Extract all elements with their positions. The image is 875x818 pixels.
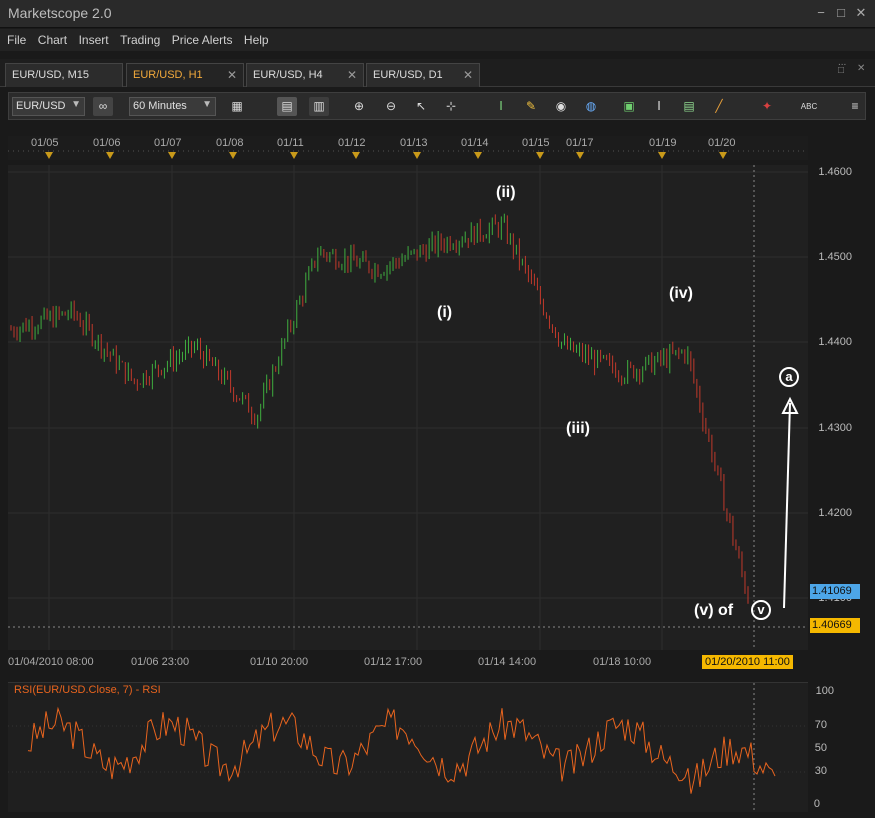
menu-insert[interactable]: Insert [79,29,109,51]
menu-help[interactable]: Help [244,29,269,51]
rsi-title: RSI(EUR/USD.Close, 7) - RSI [14,684,161,696]
image-icon[interactable]: ▣ [619,97,639,116]
time-tick: 01/18 10:00 [593,656,652,668]
note-icon[interactable]: ✎ [521,97,541,116]
crosshair-icon[interactable]: ⊹ [441,97,461,116]
projection-arrow [783,402,791,609]
link-icon[interactable]: ∞ [93,97,113,116]
symbol-select[interactable]: EUR/USD ▼ [12,97,85,116]
chart-tabs: EUR/USD, M15 EUR/USD, H1 ✕ EUR/USD, H4 ✕ E… [0,57,875,87]
close-tab-icon[interactable]: ✕ [347,68,357,82]
chevron-down-icon: ▼ [202,99,212,110]
wave-label-v-of: (v) of [694,602,734,619]
price-tick: 1.4500 [818,251,852,263]
text-cursor-icon[interactable]: Ⅰ [649,97,669,116]
rsi-line [27,706,776,794]
pencil-icon[interactable]: ╱ [709,97,729,116]
panel-close-icon[interactable]: ✕ [857,63,865,74]
fit-icon[interactable]: Ⅰ [491,97,511,116]
close-tab-icon[interactable]: ✕ [227,68,237,82]
wave-label-iv: (iv) [669,285,693,302]
close-tab-icon[interactable]: ✕ [463,68,473,82]
chevron-down-icon: ▼ [71,99,81,110]
time-tick: 01/10 20:00 [250,656,309,668]
toolbar-menu-icon[interactable]: ≡ [845,97,865,116]
wave-label-i: (i) [437,304,453,321]
rsi-tick: 30 [814,765,827,777]
globe-icon[interactable]: ◍ [581,97,601,116]
cursor-icon[interactable]: ↖ [411,97,431,116]
wave-label-ii: (ii) [496,184,516,201]
menu-price-alerts[interactable]: Price Alerts [172,29,233,51]
cursor-price-tag: 1.40669 [810,618,860,633]
price-tick: 1.4400 [818,336,852,348]
panel-maximize-icon[interactable]: □ [838,65,844,76]
price-tick: 1.4300 [818,422,852,434]
price-tick: 1.4600 [818,166,852,178]
tab-eurusd-m15[interactable]: EUR/USD, M15 [5,63,123,87]
chart-toolbar: EUR/USD ▼ ∞ 60 Minutes ▼ ▦ ▤ ▥ ⊕ ⊖ ↖ ⊹ Ⅰ ✎… [8,92,866,120]
signal-icon[interactable]: ✦ [757,97,777,116]
zoom-out-icon[interactable]: ⊖ [381,97,401,116]
tab-label: EUR/USD, H4 [253,69,323,81]
wave-circle-a: a [779,367,799,387]
text-tool-icon[interactable]: ABC [799,97,819,116]
title-bar: Marketscope 2.0 − □ ✕ [0,0,875,28]
time-tick: 01/14 14:00 [478,656,537,668]
grid [8,165,808,650]
date-ruler [8,150,808,159]
time-tick: 01/12 17:00 [364,656,423,668]
tab-eurusd-d1[interactable]: EUR/USD, D1 ✕ [366,63,480,87]
symbol-value: EUR/USD [16,100,66,112]
candles [10,213,749,604]
menu-chart[interactable]: Chart [38,29,67,51]
indicator-icon[interactable]: ▤ [679,97,699,116]
wave-label-iii: (iii) [566,420,590,437]
bars-icon[interactable]: ▥ [309,97,329,116]
candles-icon[interactable]: ▤ [277,97,297,116]
tab-label: EUR/USD, D1 [373,69,443,81]
minimize-icon[interactable]: − [812,4,830,22]
close-icon[interactable]: ✕ [852,4,870,22]
date-marker-bar: 01/05 01/06 01/07 01/08 01/11 01/12 01/1… [8,136,808,160]
time-tick: 01/04/2010 08:00 [8,656,94,668]
maximize-icon[interactable]: □ [832,4,850,22]
tab-label: EUR/USD, M15 [12,69,90,81]
rsi-chart[interactable] [8,682,808,812]
price-axis: 1.4600 1.4500 1.4400 1.4300 1.4200 1.410… [808,165,860,650]
wave-circle-v: v [751,600,771,620]
rsi-tick: 50 [814,742,827,754]
tab-eurusd-h4[interactable]: EUR/USD, H4 ✕ [246,63,364,87]
eye-icon[interactable]: ◉ [551,97,571,116]
menu-trading[interactable]: Trading [120,29,160,51]
price-tick: 1.4200 [818,507,852,519]
price-chart[interactable] [8,165,808,650]
zoom-in-icon[interactable]: ⊕ [349,97,369,116]
timeframe-value: 60 Minutes [133,100,187,112]
time-axis: 01/04/2010 08:00 01/06 23:00 01/10 20:00… [8,650,808,672]
rsi-tick: 100 [815,685,834,697]
time-tick: 01/06 23:00 [131,656,190,668]
rsi-tick: 0 [813,798,820,810]
tab-label: EUR/USD, H1 [133,69,203,81]
chart-type-icon[interactable]: ▦ [227,97,247,116]
window-title: Marketscope 2.0 [8,5,112,21]
time-cursor-tag: 01/20/2010 11:00 [702,655,793,669]
rsi-tick: 70 [814,719,827,731]
current-price-tag: 1.41069 [810,584,860,599]
rsi-axis: 100 70 50 30 0 [808,682,860,812]
tab-eurusd-h1[interactable]: EUR/USD, H1 ✕ [126,63,244,87]
menu-file[interactable]: File [7,29,26,51]
timeframe-select[interactable]: 60 Minutes ▼ [129,97,216,116]
menu-bar: File Chart Insert Trading Price Alerts H… [0,29,875,51]
